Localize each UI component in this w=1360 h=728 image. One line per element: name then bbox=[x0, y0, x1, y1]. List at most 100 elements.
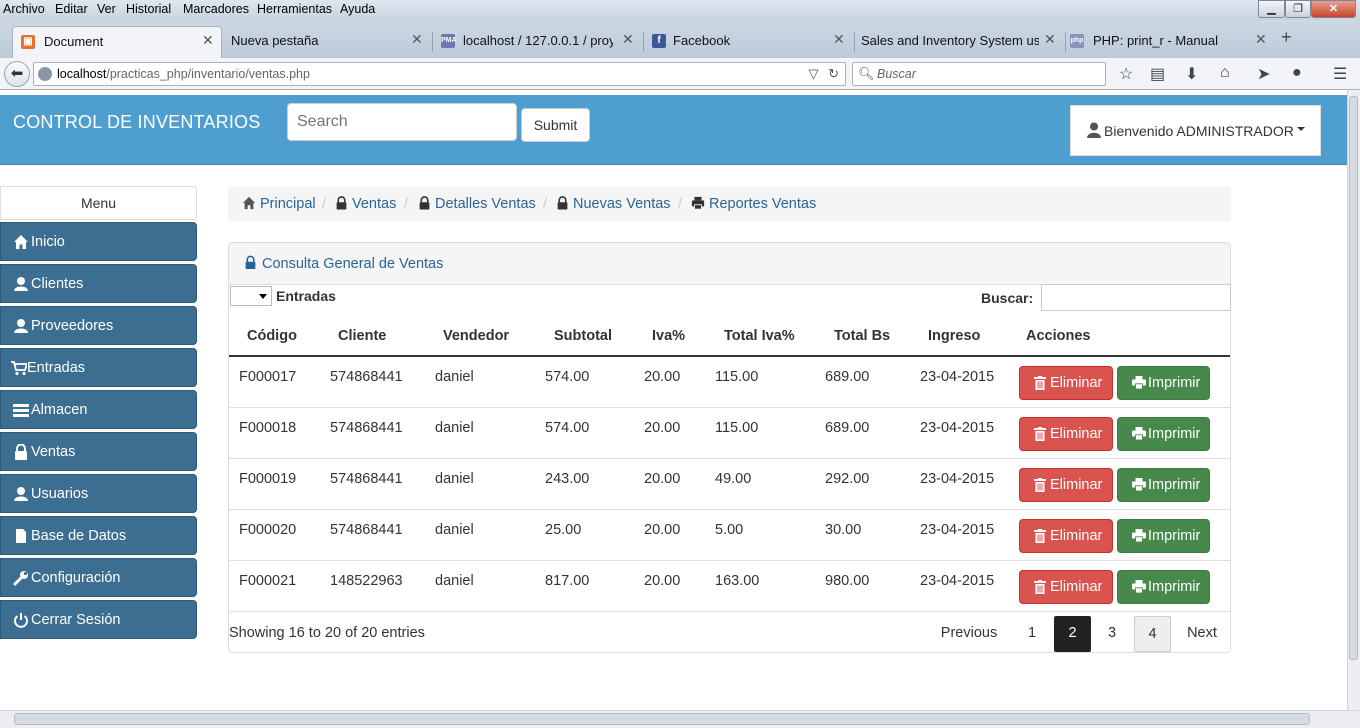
delete-button[interactable]: Eliminar bbox=[1019, 570, 1113, 604]
send-icon[interactable]: ➤ bbox=[1257, 64, 1270, 84]
print-button[interactable]: Imprimir bbox=[1117, 519, 1210, 553]
php-icon: php bbox=[1070, 34, 1084, 48]
sidebar-item-cerrar-sesion[interactable]: Cerrar Sesión bbox=[0, 600, 197, 639]
print-button[interactable]: Imprimir bbox=[1117, 417, 1210, 451]
tab-document[interactable]: ▣ Document ✕ bbox=[12, 26, 222, 58]
column-header-total-iva[interactable]: Total Iva% bbox=[724, 328, 795, 344]
menu-editar[interactable]: Editar bbox=[55, 2, 88, 16]
bookmarks-list-icon[interactable]: ▤ bbox=[1150, 64, 1165, 84]
pagination-next[interactable]: Next bbox=[1175, 616, 1229, 652]
sidebar-item-proveedores[interactable]: Proveedores bbox=[0, 306, 197, 345]
breadcrumb-nuevas-ventas[interactable]: Nuevas Ventas bbox=[556, 196, 671, 212]
pagination-page-1[interactable]: 1 bbox=[1014, 616, 1050, 652]
print-button[interactable]: Imprimir bbox=[1117, 366, 1210, 400]
breadcrumb-separator: / bbox=[678, 196, 683, 212]
breadcrumb-reportes-ventas[interactable]: Reportes Ventas bbox=[691, 196, 816, 212]
minimize-button[interactable]: ▁ bbox=[1258, 0, 1285, 18]
breadcrumb-detalles-ventas[interactable]: Detalles Ventas bbox=[418, 196, 536, 212]
sidebar-item-base-de-datos[interactable]: Base de Datos bbox=[0, 516, 197, 555]
cell-subtotal: 574.00 bbox=[545, 369, 590, 385]
column-header-ingreso[interactable]: Ingreso bbox=[928, 328, 980, 344]
menu-marcadores[interactable]: Marcadores bbox=[183, 2, 249, 16]
menu-archivo[interactable]: Archivo bbox=[3, 2, 45, 16]
sidebar-title: Menu bbox=[0, 186, 197, 220]
breadcrumb-principal[interactable]: Principal bbox=[242, 196, 316, 212]
column-header-subtotal[interactable]: Subtotal bbox=[554, 328, 612, 344]
menu-ayuda[interactable]: Ayuda bbox=[340, 2, 375, 16]
tab-php-manual[interactable]: php PHP: print_r - Manual ✕ bbox=[1066, 26, 1276, 58]
pagination-previous[interactable]: Previous bbox=[929, 616, 1009, 652]
tab-sales-inventory[interactable]: Sales and Inventory System usi... ✕ bbox=[855, 26, 1065, 58]
pagination-page-2[interactable]: 2 bbox=[1054, 616, 1091, 652]
tab-facebook[interactable]: f Facebook ✕ bbox=[644, 26, 854, 58]
entries-length-select[interactable] bbox=[230, 286, 272, 306]
close-tab-icon[interactable]: ✕ bbox=[1255, 31, 1267, 48]
tab-label: Nueva pestaña bbox=[231, 33, 319, 48]
close-tab-icon[interactable]: ✕ bbox=[202, 32, 214, 49]
print-label: Imprimir bbox=[1148, 528, 1201, 544]
column-header-vendedor[interactable]: Vendedor bbox=[443, 328, 509, 344]
column-header-total-bs[interactable]: Total Bs bbox=[834, 328, 890, 344]
url-bar[interactable]: localhost/practicas_php/inventario/venta… bbox=[33, 62, 846, 86]
pagination-page-3[interactable]: 3 bbox=[1094, 616, 1130, 652]
sidebar-item-clientes[interactable]: Clientes bbox=[0, 264, 197, 303]
sidebar-item-configuracion[interactable]: Configuración bbox=[0, 558, 197, 597]
delete-button[interactable]: Eliminar bbox=[1019, 417, 1113, 451]
brand-title[interactable]: CONTROL DE INVENTARIOS bbox=[13, 112, 260, 133]
cell-codigo: F000021 bbox=[239, 573, 297, 589]
cell-subtotal: 817.00 bbox=[545, 573, 590, 589]
pagination-page-4[interactable]: 4 bbox=[1134, 616, 1171, 652]
print-button[interactable]: Imprimir bbox=[1117, 570, 1210, 604]
close-tab-icon[interactable]: ✕ bbox=[622, 31, 634, 48]
bookmark-star-icon[interactable]: ☆ bbox=[1119, 64, 1133, 84]
close-tab-icon[interactable]: ✕ bbox=[1044, 31, 1056, 48]
tab-phpmyadmin[interactable]: PMA localhost / 127.0.0.1 / proy... ✕ bbox=[433, 26, 643, 58]
sidebar-item-ventas[interactable]: Ventas bbox=[0, 432, 197, 471]
cell-vendedor: daniel bbox=[435, 420, 474, 436]
home-icon bbox=[242, 196, 256, 210]
sidebar-item-usuarios[interactable]: Usuarios bbox=[0, 474, 197, 513]
sidebar-item-almacen[interactable]: Almacen bbox=[0, 390, 197, 429]
reload-icon[interactable]: ↻ bbox=[828, 66, 839, 81]
column-header-iva[interactable]: Iva% bbox=[652, 328, 685, 344]
table-search-input[interactable] bbox=[1041, 284, 1231, 311]
breadcrumb: Principal / Ventas / Detalles Ventas / N… bbox=[228, 186, 1231, 222]
home-icon[interactable]: ⌂ bbox=[1220, 64, 1230, 82]
cell-total-iva: 49.00 bbox=[715, 471, 752, 487]
vertical-scrollbar-thumb[interactable] bbox=[1349, 96, 1358, 660]
tab-nueva-pestana[interactable]: Nueva pestaña ✕ bbox=[222, 26, 432, 58]
menu-historial[interactable]: Historial bbox=[126, 2, 171, 16]
user-menu-dropdown[interactable]: Bienvenido ADMINISTRADOR bbox=[1070, 105, 1321, 156]
sidebar-item-inicio[interactable]: Inicio bbox=[0, 222, 197, 261]
menu-ver[interactable]: Ver bbox=[97, 2, 116, 16]
delete-button[interactable]: Eliminar bbox=[1019, 366, 1113, 400]
close-window-button[interactable]: ✕ bbox=[1311, 0, 1356, 18]
dropdown-icon[interactable]: ▽ bbox=[808, 66, 818, 81]
print-button[interactable]: Imprimir bbox=[1117, 468, 1210, 502]
column-header-cliente[interactable]: Cliente bbox=[338, 328, 386, 344]
browser-search-bar[interactable]: 🔍︎ Buscar bbox=[852, 62, 1106, 86]
header-search-input[interactable] bbox=[287, 103, 517, 141]
hamburger-menu-icon[interactable]: ☰ bbox=[1333, 64, 1347, 84]
horizontal-scrollbar-thumb[interactable] bbox=[14, 713, 1310, 725]
column-header-codigo[interactable]: Código bbox=[247, 328, 297, 344]
delete-button[interactable]: Eliminar bbox=[1019, 519, 1113, 553]
table-row: F000017 574868441 daniel 574.00 20.00 115.00 6… bbox=[229, 357, 1230, 408]
sidebar-item-label: Configuración bbox=[31, 570, 121, 586]
menu-herramientas[interactable]: Herramientas bbox=[257, 2, 332, 16]
breadcrumb-ventas[interactable]: Ventas bbox=[335, 196, 396, 212]
download-icon[interactable]: ⬇ bbox=[1185, 64, 1198, 84]
close-tab-icon[interactable]: ✕ bbox=[411, 31, 423, 48]
maximize-button[interactable]: ❐ bbox=[1285, 0, 1311, 18]
breadcrumb-label: Reportes Ventas bbox=[709, 196, 817, 212]
close-tab-icon[interactable]: ✕ bbox=[833, 31, 845, 48]
cell-cliente: 148522963 bbox=[330, 573, 403, 589]
new-tab-button[interactable]: + bbox=[1281, 27, 1292, 48]
sidebar-item-entradas[interactable]: Entradas bbox=[0, 348, 197, 387]
submit-button[interactable]: Submit bbox=[521, 108, 590, 142]
sidebar-item-label: Proveedores bbox=[31, 318, 114, 334]
back-button[interactable]: ⬅ bbox=[4, 61, 30, 87]
delete-button[interactable]: Eliminar bbox=[1019, 468, 1113, 502]
cell-total-bs: 689.00 bbox=[825, 369, 870, 385]
chat-icon[interactable]: ● bbox=[1292, 64, 1302, 82]
